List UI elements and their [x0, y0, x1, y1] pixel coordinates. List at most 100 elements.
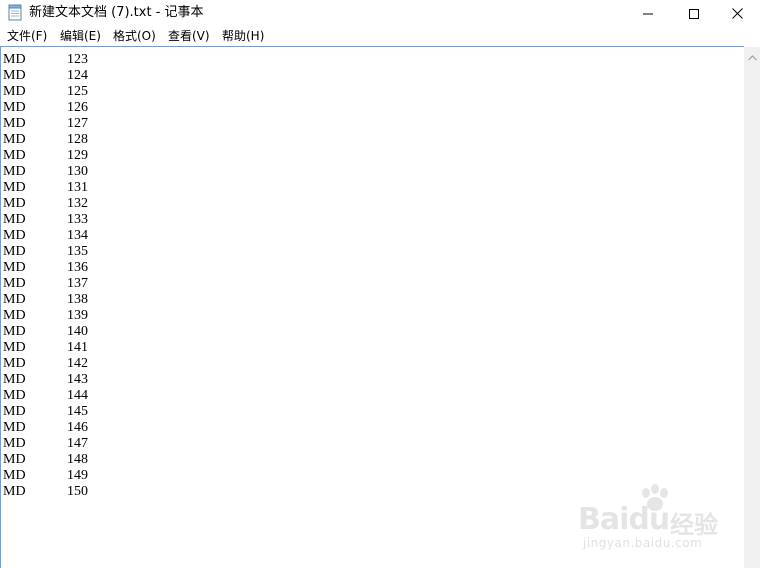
maximize-button[interactable]	[671, 0, 717, 26]
line-code: MD	[3, 228, 26, 243]
line-number: 145	[67, 404, 88, 419]
text-line: MD 143	[3, 372, 88, 388]
text-line: MD 146	[3, 420, 88, 436]
text-line: MD 128	[3, 132, 88, 148]
text-line: MD 142	[3, 356, 88, 372]
close-button[interactable]	[714, 0, 760, 26]
line-code: MD	[3, 356, 26, 371]
scroll-up-button[interactable]	[744, 47, 760, 64]
baidu-watermark: Baidu 经验 jingyan.baidu.com	[578, 484, 728, 554]
line-number: 148	[67, 452, 88, 467]
line-code: MD	[3, 164, 26, 179]
line-code: MD	[3, 484, 26, 499]
document-text[interactable]: MD 123 MD 124 MD 125 MD 126 MD 127 MD 128 MD 129 MD 130…	[3, 52, 88, 500]
line-code: MD	[3, 308, 26, 323]
vertical-scrollbar[interactable]	[744, 47, 760, 568]
line-code: MD	[3, 276, 26, 291]
minimize-button[interactable]	[625, 0, 671, 26]
line-code: MD	[3, 148, 26, 163]
text-line: MD 145	[3, 404, 88, 420]
menu-help[interactable]: 帮助(H)	[221, 28, 265, 44]
menu-bar: 文件(F) 编辑(E) 格式(O) 查看(V) 帮助(H)	[0, 26, 760, 46]
line-code: MD	[3, 452, 26, 467]
text-line: MD 141	[3, 340, 88, 356]
line-number: 137	[67, 276, 88, 291]
text-line: MD 140	[3, 324, 88, 340]
line-code: MD	[3, 196, 26, 211]
line-code: MD	[3, 100, 26, 115]
line-number: 150	[67, 484, 88, 499]
text-line: MD 132	[3, 196, 88, 212]
text-line: MD 134	[3, 228, 88, 244]
line-code: MD	[3, 132, 26, 147]
line-number: 131	[67, 180, 88, 195]
line-number: 135	[67, 244, 88, 259]
line-code: MD	[3, 404, 26, 419]
menu-format[interactable]: 格式(O)	[112, 28, 157, 44]
line-code: MD	[3, 468, 26, 483]
text-line: MD 127	[3, 116, 88, 132]
line-number: 132	[67, 196, 88, 211]
line-number: 138	[67, 292, 88, 307]
watermark-brand: Baidu	[578, 502, 670, 537]
menu-view[interactable]: 查看(V)	[167, 28, 211, 44]
close-icon	[731, 4, 743, 23]
line-code: MD	[3, 260, 26, 275]
line-code: MD	[3, 212, 26, 227]
line-code: MD	[3, 372, 26, 387]
text-line: MD 136	[3, 260, 88, 276]
line-number: 133	[67, 212, 88, 227]
text-line: MD 148	[3, 452, 88, 468]
line-number: 139	[67, 308, 88, 323]
line-number: 140	[67, 324, 88, 339]
line-number: 123	[67, 52, 88, 67]
line-number: 146	[67, 420, 88, 435]
line-number: 127	[67, 116, 88, 131]
menu-file[interactable]: 文件(F)	[6, 28, 48, 44]
line-code: MD	[3, 436, 26, 451]
maximize-icon	[689, 4, 699, 23]
watermark-brand-cn: 经验	[670, 511, 718, 539]
text-line: MD 150	[3, 484, 88, 500]
line-number: 149	[67, 468, 88, 483]
line-code: MD	[3, 324, 26, 339]
line-code: MD	[3, 244, 26, 259]
line-number: 143	[67, 372, 88, 387]
text-line: MD 144	[3, 388, 88, 404]
line-number: 136	[67, 260, 88, 275]
line-code: MD	[3, 52, 26, 67]
title-bar[interactable]: 新建文本文档 (7).txt - 记事本	[0, 0, 760, 26]
line-number: 147	[67, 436, 88, 451]
line-number: 142	[67, 356, 88, 371]
line-number: 134	[67, 228, 88, 243]
text-line: MD 125	[3, 84, 88, 100]
menu-edit[interactable]: 编辑(E)	[59, 28, 102, 44]
line-number: 124	[67, 68, 88, 83]
text-line: MD 133	[3, 212, 88, 228]
line-code: MD	[3, 340, 26, 355]
line-code: MD	[3, 84, 26, 99]
notepad-icon[interactable]	[8, 4, 22, 21]
line-number: 128	[67, 132, 88, 147]
watermark-url: jingyan.baidu.com	[583, 536, 703, 550]
line-number: 141	[67, 340, 88, 355]
line-number: 130	[67, 164, 88, 179]
line-code: MD	[3, 420, 26, 435]
notepad-window: 新建文本文档 (7).txt - 记事本 文件(F) 编辑(E) 格式(O) 查…	[0, 0, 760, 568]
line-code: MD	[3, 388, 26, 403]
line-number: 125	[67, 84, 88, 99]
text-line: MD 124	[3, 68, 88, 84]
text-line: MD 135	[3, 244, 88, 260]
line-code: MD	[3, 292, 26, 307]
line-number: 129	[67, 148, 88, 163]
text-line: MD 137	[3, 276, 88, 292]
chevron-up-icon	[747, 46, 757, 65]
text-line: MD 129	[3, 148, 88, 164]
line-number: 126	[67, 100, 88, 115]
window-title: 新建文本文档 (7).txt - 记事本	[29, 5, 204, 20]
text-line: MD 139	[3, 308, 88, 324]
text-line: MD 131	[3, 180, 88, 196]
text-line: MD 123	[3, 52, 88, 68]
line-code: MD	[3, 116, 26, 131]
text-line: MD 138	[3, 292, 88, 308]
